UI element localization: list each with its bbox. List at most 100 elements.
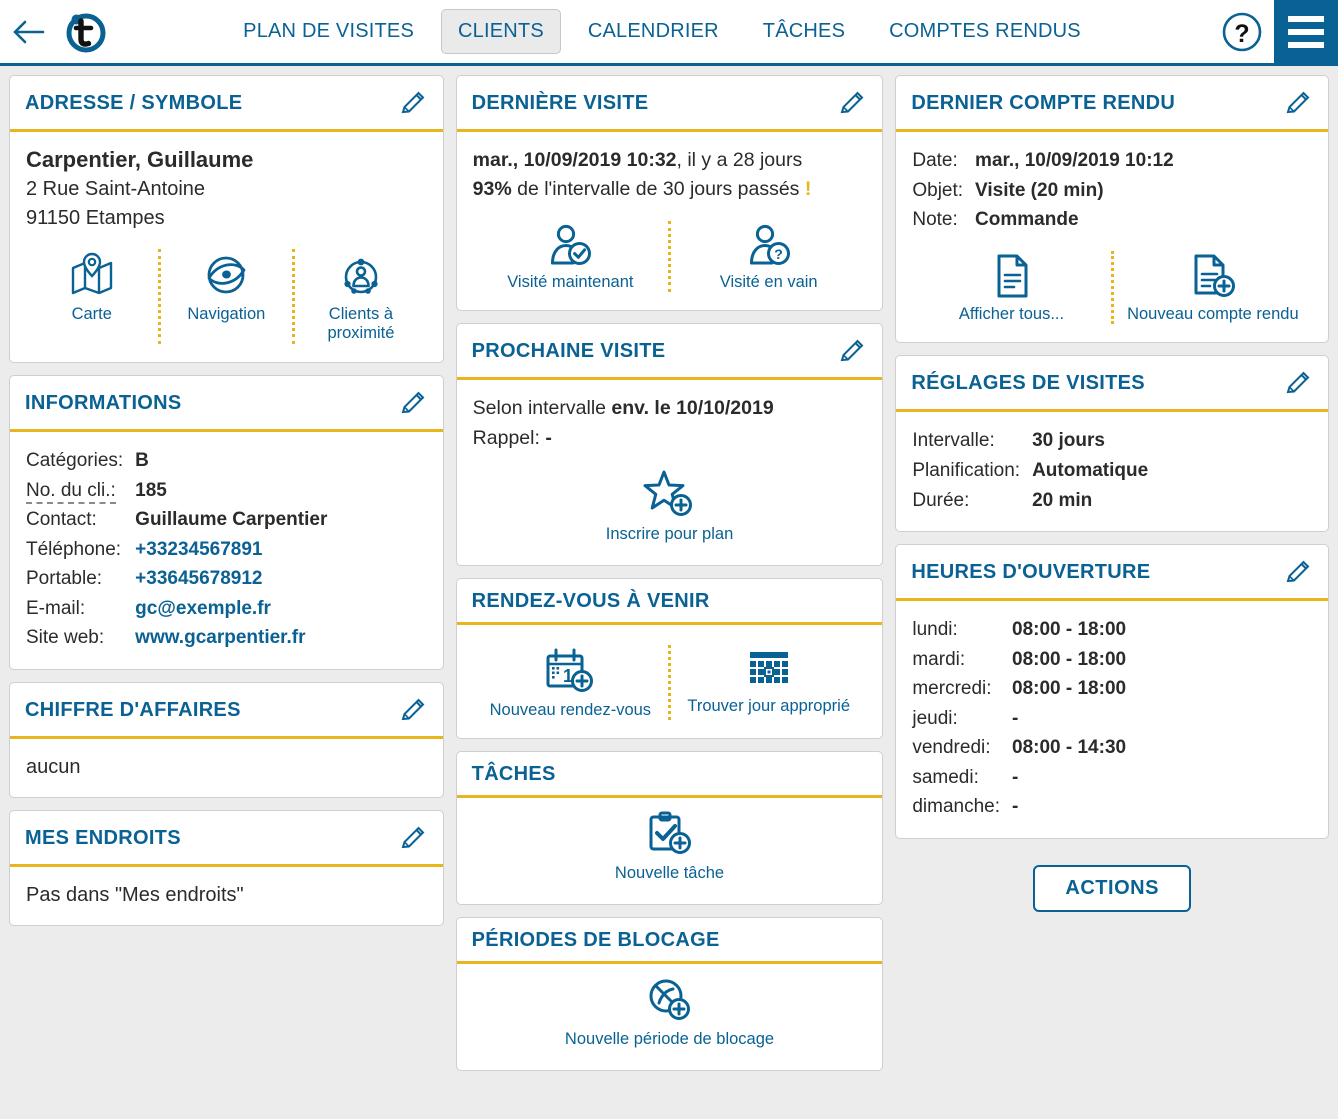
help-button[interactable]: ?: [1210, 0, 1274, 65]
tasks-card: TÂCHES Nouvelle tâche: [455, 751, 884, 906]
pencil-icon[interactable]: [1283, 557, 1313, 587]
info-key: Catégories:: [26, 450, 124, 472]
day-key: jeudi:: [912, 707, 958, 729]
report-value: Visite (20 min): [975, 179, 1104, 201]
last-report-table: Date: mar., 10/09/2019 10:12 Objet: Visi…: [912, 146, 1312, 235]
top-navigation-bar: PLAN DE VISITES CLIENTS CALENDRIER TÂCHE…: [0, 0, 1338, 66]
actions-button-wrap: ACTIONS: [895, 864, 1329, 912]
next-visit-prefix: Selon intervalle: [472, 397, 612, 420]
reminder-prefix: Rappel:: [472, 426, 546, 449]
new-task-action[interactable]: Nouvelle tâche: [473, 804, 867, 888]
calendar-plus-icon: 1: [546, 648, 594, 692]
hamburger-menu-button[interactable]: [1274, 0, 1338, 65]
nav-tab-taches[interactable]: TÂCHES: [746, 9, 862, 54]
navigation-action-label: Navigation: [187, 304, 266, 323]
nav-tab-comptes-rendus[interactable]: COMPTES RENDUS: [872, 9, 1098, 54]
table-row: Catégories: B: [26, 446, 427, 476]
add-to-plan-action[interactable]: Inscrire pour plan: [473, 453, 867, 549]
opening-hours-table: lundi: 08:00 - 18:00 mardi: 08:00 - 18:0…: [912, 615, 1312, 822]
mobile-value[interactable]: +33645678912: [135, 564, 427, 594]
info-key: Téléphone:: [26, 538, 122, 560]
pencil-icon[interactable]: [1283, 368, 1313, 398]
add-to-plan-label: Inscrire pour plan: [605, 524, 734, 543]
appointments-actions-row: 1 Nouveau rendez-vous Trouver jour appro…: [473, 643, 867, 723]
map-icon: [71, 252, 112, 294]
report-value: mar., 10/09/2019 10:12: [975, 150, 1174, 171]
places-card: MES ENDROITS Pas dans "Mes endroits": [9, 810, 444, 927]
pencil-icon[interactable]: [398, 388, 428, 418]
user-check-icon: [551, 224, 592, 265]
question-mark-icon: ?: [1222, 12, 1262, 51]
actions-button[interactable]: ACTIONS: [1033, 864, 1191, 912]
next-visit-date-line: Selon intervalle env. le 10/10/2019: [473, 394, 867, 423]
nav-tab-plan-de-visites[interactable]: PLAN DE VISITES: [226, 9, 431, 54]
show-all-reports-action[interactable]: Afficher tous...: [912, 249, 1110, 327]
website-value[interactable]: www.gcarpentier.fr: [135, 623, 427, 653]
table-row: Site web: www.gcarpentier.fr: [26, 623, 427, 653]
app-logo[interactable]: [58, 0, 114, 65]
middle-column: DERNIÈRE VISITE mar., 10/09/2019 10:32, …: [455, 75, 884, 1071]
back-button[interactable]: [0, 0, 58, 65]
svg-text:?: ?: [774, 246, 783, 262]
navigation-action[interactable]: Navigation: [161, 247, 293, 347]
phone-value[interactable]: +33234567891: [135, 535, 427, 565]
show-all-reports-label: Afficher tous...: [958, 304, 1065, 323]
day-hours: 08:00 - 18:00: [1012, 619, 1127, 641]
last-visit-ago: , il y a 28 jours: [676, 149, 803, 171]
warning-indicator: !: [804, 178, 812, 201]
next-visit-card-title: PROCHAINE VISITE: [471, 340, 666, 363]
day-hours: 08:00 - 18:00: [1012, 678, 1127, 700]
information-card: INFORMATIONS Catégories: B No. du cli.: …: [9, 375, 444, 671]
blocking-periods-card-body: Nouvelle période de blocage: [457, 964, 883, 1070]
places-card-header: MES ENDROITS: [10, 811, 443, 868]
visited-now-action[interactable]: Visité maintenant: [473, 219, 668, 295]
pencil-icon[interactable]: [837, 336, 867, 366]
star-plus-icon: [643, 470, 692, 516]
blocking-periods-card: PÉRIODES DE BLOCAGE Nouvelle période de …: [455, 917, 884, 1071]
table-row: Note: Commande: [912, 205, 1312, 235]
address-card: ADRESSE / SYMBOLE Carpentier, Guillaume …: [9, 75, 444, 364]
find-suitable-day-action[interactable]: Trouver jour approprié: [671, 643, 866, 723]
day-hours: -: [1012, 766, 1019, 788]
tasks-card-header: TÂCHES: [456, 752, 883, 799]
last-visit-card-title: DERNIÈRE VISITE: [471, 92, 649, 114]
visited-in-vain-action[interactable]: ? Visité en vain: [671, 219, 866, 295]
nav-tab-clients[interactable]: CLIENTS: [441, 9, 561, 54]
information-card-header: INFORMATIONS: [10, 376, 443, 433]
pencil-icon[interactable]: [398, 695, 428, 725]
visit-settings-card-header: RÉGLAGES DE VISITES: [896, 356, 1329, 413]
visit-settings-table: Intervalle: 30 jours Planification: Auto…: [912, 426, 1312, 515]
new-report-action[interactable]: Nouveau compte rendu: [1114, 249, 1312, 327]
email-value[interactable]: gc@exemple.fr: [135, 594, 427, 624]
pencil-icon[interactable]: [837, 88, 867, 118]
new-blocking-period-action[interactable]: Nouvelle période de blocage: [473, 970, 867, 1054]
block-plus-icon: [649, 979, 690, 1021]
places-card-body: Pas dans "Mes endroits": [10, 867, 443, 925]
day-key: samedi:: [912, 766, 979, 788]
user-question-icon: ?: [749, 224, 790, 265]
tasks-card-title: TÂCHES: [471, 763, 556, 786]
pencil-icon[interactable]: [398, 823, 428, 853]
table-row: Contact: Guillaume Carpentier: [26, 505, 427, 535]
opening-hours-card-title: HEURES D'OUVERTURE: [911, 561, 1151, 584]
day-key: mardi:: [912, 648, 966, 670]
pencil-icon[interactable]: [1283, 88, 1313, 118]
info-key: Contact:: [26, 509, 97, 531]
table-row: dimanche: -: [912, 792, 1312, 822]
main-nav: PLAN DE VISITES CLIENTS CALENDRIER TÂCHE…: [114, 9, 1210, 54]
pencil-icon[interactable]: [398, 88, 428, 118]
report-key: Date:: [912, 150, 958, 171]
appointments-card-title: RENDEZ-VOUS À VENIR: [471, 589, 710, 612]
new-appointment-action[interactable]: 1 Nouveau rendez-vous: [473, 643, 668, 723]
table-row: Planification: Automatique: [912, 456, 1312, 486]
last-report-card-body: Date: mar., 10/09/2019 10:12 Objet: Visi…: [896, 132, 1328, 342]
interval-percent: 93%: [472, 178, 512, 201]
customer-street: 2 Rue Saint-Antoine: [26, 177, 206, 200]
last-report-card-title: DERNIER COMPTE RENDU: [911, 92, 1176, 114]
map-action[interactable]: Carte: [26, 247, 158, 347]
info-value: B: [135, 450, 149, 472]
table-row: Intervalle: 30 jours: [912, 426, 1312, 456]
nearby-clients-action[interactable]: Clients à proximité: [295, 247, 427, 347]
blocking-periods-card-title: PÉRIODES DE BLOCAGE: [471, 929, 720, 952]
nav-tab-calendrier[interactable]: CALENDRIER: [571, 9, 736, 54]
